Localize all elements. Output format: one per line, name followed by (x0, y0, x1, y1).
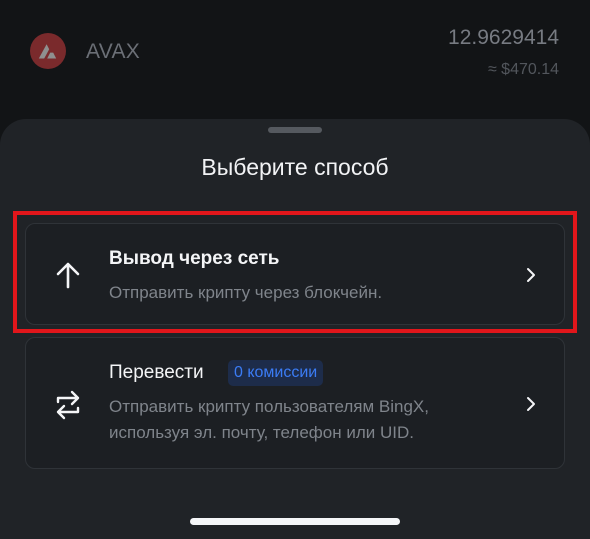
chevron-right-icon (527, 268, 535, 282)
home-indicator[interactable] (190, 518, 400, 525)
option-description: Отправить крипту пользователям BingX, ис… (109, 397, 429, 442)
internal-transfer-option[interactable]: Перевести 0 комиссии Отправить крипту по… (25, 337, 565, 469)
sheet-grabber-handle[interactable] (268, 127, 322, 133)
withdraw-onchain-option[interactable]: Вывод через сеть Отправить крипту через … (25, 223, 565, 325)
option-title: Перевести (109, 362, 204, 383)
asset-amount: 12.9629414 (448, 26, 559, 49)
method-bottom-sheet: Выберите способ Вывод через сеть Отправи… (0, 119, 590, 539)
asset-fiat-value: ≈ $470.14 (487, 61, 559, 78)
sheet-title: Выберите способ (201, 154, 389, 180)
zero-fee-badge: 0 комиссии (228, 360, 324, 386)
arrow-up-icon (56, 262, 80, 289)
option-description: Отправить крипту через блокчейн. (109, 283, 383, 302)
avalanche-logo-icon (30, 33, 66, 69)
chevron-right-icon (527, 397, 535, 411)
option-title: Вывод через сеть (109, 248, 280, 269)
screen: AVAX 12.9629414 ≈ $470.14 Выберите спосо… (0, 0, 590, 539)
asset-row[interactable]: AVAX 12.9629414 ≈ $470.14 (0, 0, 590, 120)
asset-name: AVAX (86, 40, 141, 63)
transfer-arrows-icon (56, 390, 80, 420)
